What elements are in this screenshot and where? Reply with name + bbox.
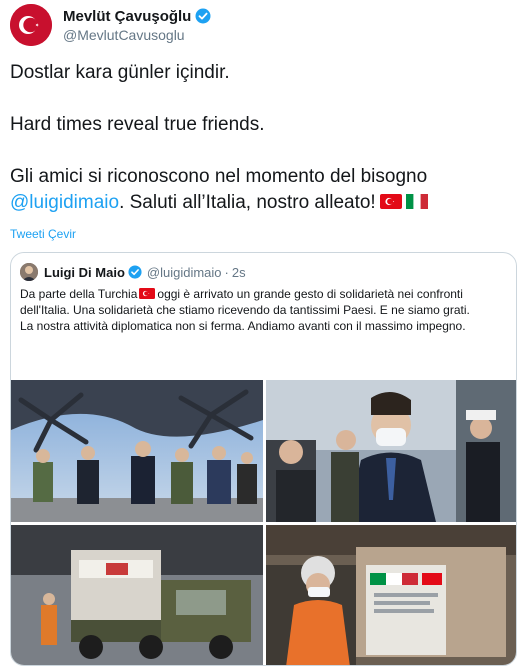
mention-link[interactable]: @luigidimaio bbox=[10, 192, 119, 213]
photo-worker-supplies[interactable] bbox=[266, 525, 516, 665]
turkey-flag-icon bbox=[139, 288, 156, 299]
media-grid bbox=[11, 380, 516, 665]
tweet-header: Mevlüt Çavuşoğlu @MevlutCavusoglu bbox=[10, 4, 517, 46]
verified-badge-icon bbox=[128, 265, 142, 279]
tweet-line-english: Hard times reveal true friends. bbox=[10, 114, 265, 135]
tweet-line-italian-2: @luigidimaio. Saluti all’Italia, nostro … bbox=[10, 190, 517, 216]
photo-officials-aircraft[interactable] bbox=[11, 380, 263, 522]
tweet-line-italian-rest: . Saluti all’Italia, nostro alleato! bbox=[119, 192, 376, 213]
quoted-timestamp: 2s bbox=[231, 264, 246, 280]
tweet-text: Dostlar kara günler içindir. Hard times … bbox=[10, 60, 517, 216]
quoted-tweet[interactable]: Luigi Di Maio @luigidimaio · 2s Da parte… bbox=[10, 252, 517, 666]
quoted-text: Da parte della Turchia oggi è arrivato un… bbox=[20, 286, 510, 334]
quoted-tweet-header: Luigi Di Maio @luigidimaio · 2s bbox=[20, 263, 246, 281]
author-names: Mevlüt Çavuşoğlu @MevlutCavusoglu bbox=[63, 8, 211, 43]
author-display-name[interactable]: Mevlüt Çavuşoğlu bbox=[63, 8, 191, 25]
tweet-line-turkish: Dostlar kara günler içindir. bbox=[10, 62, 230, 83]
quoted-text-part3: La nostra attività diplomatica non si fe… bbox=[20, 319, 466, 333]
tweet-line-italian: Gli amici si riconoscono nel momento del… bbox=[10, 166, 428, 187]
translate-tweet-link[interactable]: Tweeti Çevir bbox=[10, 227, 76, 241]
italy-flag-icon bbox=[405, 194, 428, 209]
verified-badge-icon bbox=[195, 8, 211, 24]
quoted-separator: · bbox=[224, 264, 229, 280]
quoted-avatar bbox=[20, 263, 38, 281]
photo-cargo-truck[interactable] bbox=[11, 525, 263, 665]
avatar[interactable] bbox=[10, 4, 52, 46]
quoted-handle: @luigidimaio bbox=[146, 264, 222, 280]
turkish-flag-icon bbox=[10, 4, 52, 46]
quoted-text-part1: Da parte della Turchia bbox=[20, 287, 138, 301]
photo-di-maio-mask[interactable] bbox=[266, 380, 516, 522]
quoted-display-name: Luigi Di Maio bbox=[44, 264, 125, 280]
author-handle[interactable]: @MevlutCavusoglu bbox=[63, 27, 211, 43]
turkey-flag-icon bbox=[379, 194, 402, 209]
